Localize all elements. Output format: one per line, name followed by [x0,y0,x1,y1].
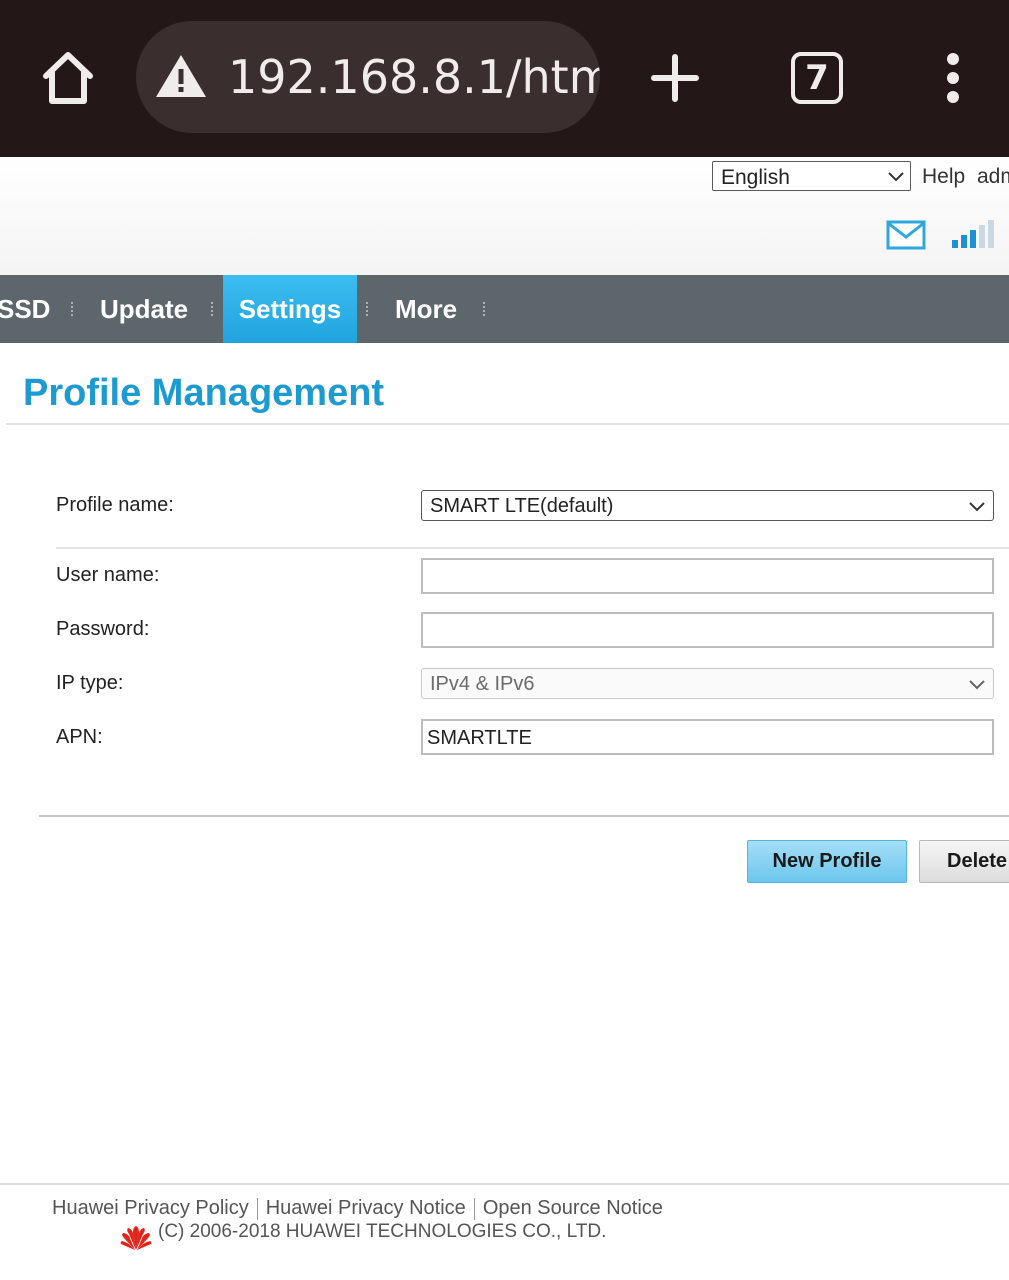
section-divider [56,547,1009,549]
language-value: English [721,166,790,189]
main-nav: SSD Update Settings More [0,275,1009,343]
chevron-down-icon [969,678,985,690]
nav-separator [211,302,213,316]
apn-input[interactable]: SMARTLTE [421,719,994,755]
nav-item-settings[interactable]: Settings [223,275,357,343]
page-title: Profile Management [23,372,385,414]
help-link[interactable]: Help [922,165,965,189]
privacy-policy-link[interactable]: Huawei Privacy Policy [52,1197,249,1219]
apn-label: APN: [56,726,103,748]
tab-switcher-button[interactable]: 7 [791,52,843,104]
profile-name-label: Profile name: [56,494,174,516]
address-bar[interactable]: 192.168.8.1/html [136,21,600,133]
delete-button[interactable]: Delete [919,840,1009,883]
nav-item-update[interactable]: Update [100,275,188,343]
home-icon[interactable] [38,48,98,108]
ip-type-label: IP type: [56,672,124,694]
nav-item-ssd[interactable]: SSD [0,275,50,343]
new-profile-button[interactable]: New Profile [747,840,907,883]
router-header: English Help adm [0,157,1009,275]
footer-divider [0,1183,1009,1185]
title-divider [6,423,1009,425]
footer-links: Huawei Privacy Policy Huawei Privacy Noti… [52,1197,663,1220]
ip-type-value: IPv4 & IPv6 [430,673,535,695]
signal-strength-icon [950,219,996,249]
copyright-text: (C) 2006-2018 HUAWEI TECHNOLOGIES CO., L… [158,1221,607,1242]
plus-icon[interactable] [650,53,700,103]
huawei-logo-icon [120,1224,152,1252]
footer-separator [256,1197,258,1220]
password-label: Password: [56,618,150,640]
nav-separator [366,302,368,316]
language-select[interactable]: English [712,161,911,191]
user-name-input[interactable] [421,558,994,594]
password-input[interactable] [421,612,994,648]
chevron-down-icon [888,170,904,182]
user-name-label: User name: [56,564,160,586]
ip-type-select[interactable]: IPv4 & IPv6 [421,668,994,699]
browser-toolbar: 192.168.8.1/html 7 [0,0,1009,157]
nav-item-more[interactable]: More [395,275,457,343]
chevron-down-icon [969,500,985,512]
mail-icon[interactable] [886,220,926,250]
profile-name-select[interactable]: SMART LTE(default) [421,490,994,521]
warning-triangle-icon[interactable] [154,52,208,100]
privacy-notice-link[interactable]: Huawei Privacy Notice [266,1197,466,1219]
form-divider [39,815,1009,817]
open-source-notice-link[interactable]: Open Source Notice [483,1197,663,1219]
url-text: 192.168.8.1/html [228,50,600,104]
nav-separator [71,302,73,316]
nav-separator [483,302,485,316]
page: 192.168.8.1/html 7 English Help adm [0,0,1009,1280]
vertical-dots-menu-icon[interactable] [940,52,966,104]
footer-separator [473,1197,475,1220]
profile-name-value: SMART LTE(default) [430,495,614,517]
admin-link[interactable]: adm [977,165,1009,189]
